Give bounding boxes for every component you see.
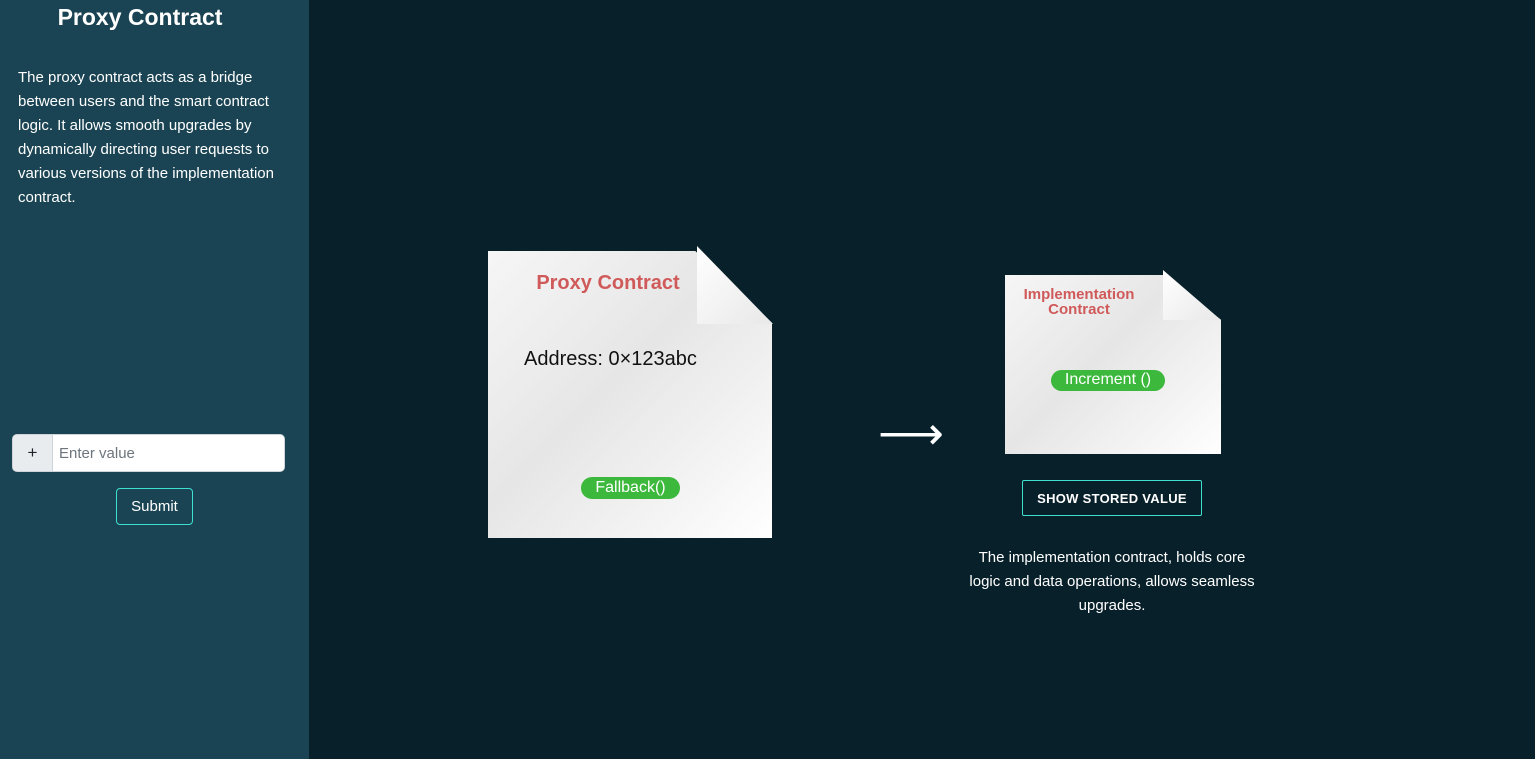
right-arrow-icon: ⟶ [878, 407, 944, 459]
show-stored-value-button[interactable]: SHOW STORED VALUE [1022, 480, 1202, 516]
implementation-description: The implementation contract, holds core … [969, 549, 1255, 614]
implementation-card-title: Implementation Contract [1023, 286, 1135, 318]
plus-icon: + [13, 435, 53, 471]
proxy-address: Address: 0×123abc [524, 348, 697, 370]
value-input-group: + [12, 434, 285, 472]
sidebar-description: The proxy contract acts as a bridge betw… [18, 69, 274, 206]
implementation-card-fold [1163, 270, 1221, 320]
fallback-function-pill[interactable]: Fallback() [581, 477, 680, 499]
increment-function-pill[interactable]: Increment () [1051, 370, 1165, 391]
value-input[interactable] [53, 435, 284, 471]
sidebar-title: Proxy Contract [57, 4, 223, 30]
submit-button[interactable]: Submit [116, 488, 193, 525]
sidebar: Proxy Contract The proxy contract acts a… [0, 0, 309, 759]
proxy-card-title: Proxy Contract [536, 272, 680, 294]
